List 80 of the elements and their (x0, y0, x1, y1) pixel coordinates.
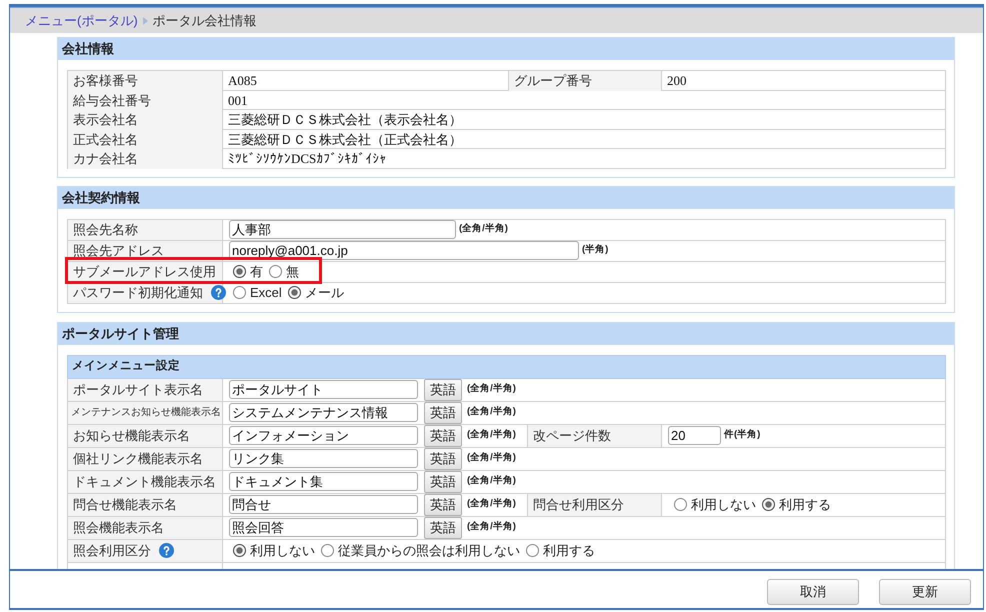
input-hint: (全角/半角) (467, 428, 516, 442)
radio-option[interactable]: 利用する (762, 494, 831, 514)
english-button[interactable]: 英語 (424, 470, 462, 492)
english-button[interactable]: 英語 (424, 424, 462, 446)
radio-icon[interactable] (233, 265, 246, 278)
cancel-button[interactable]: 取消 (767, 579, 859, 605)
radio-icon[interactable] (233, 286, 246, 299)
breadcrumb-link[interactable]: メニュー(ポータル) (25, 10, 138, 30)
text-field[interactable]: インフォメーション (229, 426, 418, 445)
radio-icon[interactable] (526, 544, 539, 557)
field-value: 001 (223, 90, 946, 110)
text-field[interactable]: ドキュメント集 (229, 472, 418, 491)
radio-icon[interactable] (762, 498, 775, 511)
text-field[interactable]: 人事部 (229, 220, 456, 239)
radio-option[interactable]: 利用する (526, 540, 595, 560)
field-label: 照会利用区分 (73, 542, 151, 560)
field-label: 照会機能表示名 (68, 516, 223, 538)
radio-option[interactable]: メール (288, 282, 344, 302)
field-label: 個社リンク機能表示名 (68, 448, 223, 470)
field-label: メンテナンスお知らせ機能表示名 (68, 402, 223, 424)
radio-option[interactable]: 利用しない (674, 494, 756, 514)
text-field[interactable]: リンク集 (229, 449, 418, 468)
english-button[interactable]: 英語 (424, 494, 462, 516)
english-button[interactable]: 英語 (424, 448, 462, 470)
input-hint: (全角/半角) (467, 474, 516, 488)
field-label: 照会先名称 (68, 220, 223, 240)
english-button[interactable]: 英語 (424, 402, 462, 424)
subsection-header: メインメニュー設定 (67, 354, 946, 378)
input-hint: (全角/半角) (459, 222, 508, 236)
field-label: 給与会社番号 (68, 90, 223, 110)
help-icon[interactable] (211, 285, 226, 300)
radio-option[interactable]: 有 (233, 262, 263, 282)
field-label: お客様番号 (68, 71, 223, 90)
text-field[interactable]: noreply@a001.co.jp (229, 241, 579, 260)
input-hint: (全角/半角) (467, 520, 516, 534)
field-label: カナ会社名 (68, 149, 223, 168)
text-field[interactable]: ポータルサイト (229, 380, 418, 399)
field-label: ポータルサイト表示名 (68, 378, 223, 400)
field-label: 問合せ利用区分 (528, 494, 662, 516)
text-field[interactable]: システムメンテナンス情報 (229, 403, 418, 422)
radio-icon[interactable] (321, 544, 334, 557)
field-label: 表示会社名 (68, 110, 223, 130)
help-icon[interactable] (159, 543, 174, 558)
radio-icon[interactable] (288, 286, 301, 299)
field-label: 改ページ件数 (528, 424, 662, 446)
field-value: ﾐﾂﾋﾞｼｿｳｹﾝDCSｶﾌﾞｼｷｶﾞｲｼｬ (223, 149, 946, 168)
input-hint: (全角/半角) (467, 382, 516, 396)
radio-icon[interactable] (233, 544, 246, 557)
field-value: 三菱総研ＤＣＳ株式会社（表示会社名） (223, 110, 946, 130)
input-hint: (半角) (582, 243, 608, 258)
section-header: 会社契約情報 (58, 186, 954, 208)
section-header: 会社情報 (58, 38, 954, 60)
field-label: パスワード初期化通知 (73, 284, 203, 302)
english-button[interactable]: 英語 (424, 378, 462, 400)
breadcrumb-current: ポータル会社情報 (152, 12, 257, 30)
field-label: お知らせ機能表示名 (68, 424, 223, 446)
field-value: 三菱総研ＤＣＳ株式会社（正式会社名） (223, 130, 946, 149)
radio-option[interactable]: 従業員からの照会は利用しない (321, 540, 520, 560)
field-label: 問合せ機能表示名 (68, 494, 223, 516)
field-label: 正式会社名 (68, 130, 223, 149)
radio-option[interactable]: 無 (269, 262, 299, 282)
input-hint: (全角/半角) (467, 405, 516, 420)
english-button[interactable]: 英語 (424, 516, 462, 538)
separator-triangle-icon (142, 16, 148, 24)
text-field[interactable]: 20 (668, 426, 721, 445)
radio-option[interactable]: 利用しない (233, 540, 315, 560)
input-hint: (全角/半角) (467, 497, 516, 512)
radio-option[interactable]: Excel (233, 282, 282, 302)
field-label: サブメールアドレス使用 (68, 262, 223, 282)
field-label: ドキュメント機能表示名 (68, 470, 223, 492)
field-value: 200 (662, 71, 946, 90)
input-hint: (全角/半角) (467, 451, 516, 466)
radio-icon[interactable] (674, 498, 687, 511)
text-field[interactable]: 照会回答 (229, 518, 418, 537)
input-hint: 件(半角) (724, 428, 760, 442)
text-field[interactable]: 問合せ (229, 495, 418, 514)
field-label: グループ番号 (509, 71, 662, 90)
radio-icon[interactable] (269, 265, 282, 278)
section-header: ポータルサイト管理 (58, 322, 954, 344)
update-button[interactable]: 更新 (879, 579, 971, 605)
